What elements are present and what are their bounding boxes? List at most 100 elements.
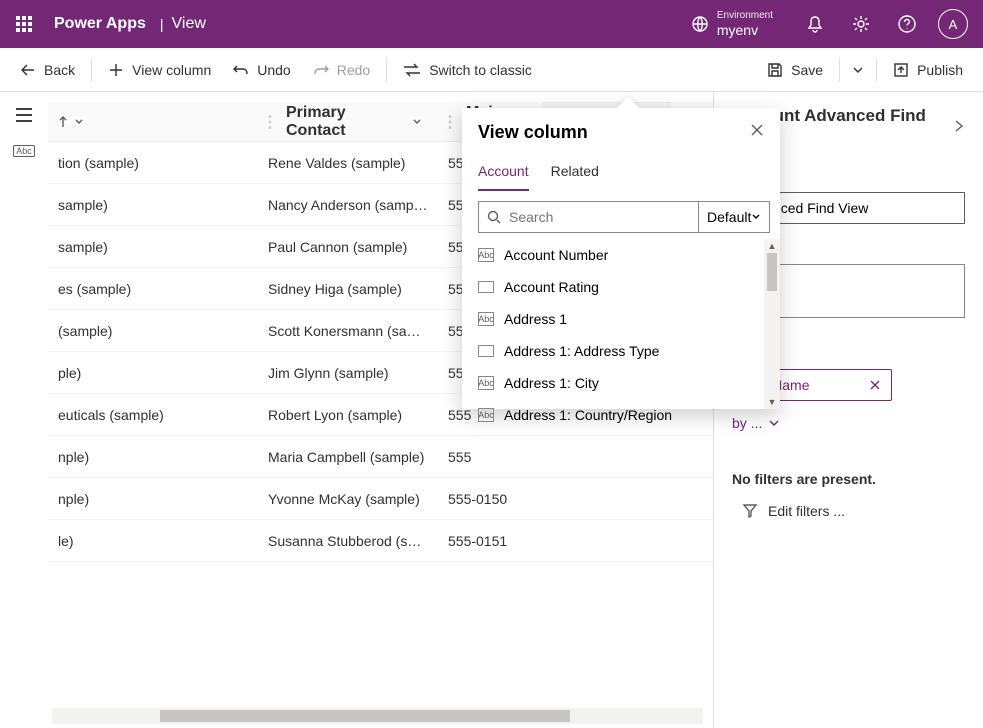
cell-contact: Paul Cannon (sample) [258, 239, 438, 255]
save-button[interactable]: Save [759, 56, 831, 84]
help-button[interactable] [891, 0, 923, 48]
cell-phone: 555-0151 [438, 533, 548, 549]
column-option[interactable]: AbcAddress 1 [478, 303, 760, 335]
search-field[interactable] [478, 201, 699, 233]
chevron-down-icon [852, 64, 864, 76]
drag-handle-icon: ⋮ [262, 112, 278, 132]
plus-icon [108, 62, 124, 78]
column-option-label: Account Number [504, 247, 608, 263]
left-rail: Abc [0, 92, 48, 728]
app-header: Power Apps | View Environment myenv A [0, 0, 983, 48]
scrollbar-thumb[interactable] [767, 253, 777, 291]
account-button[interactable]: A [937, 0, 969, 48]
column-option[interactable]: Account Rating [478, 271, 760, 303]
publish-label: Publish [917, 62, 963, 78]
column-option-label: Account Rating [504, 279, 599, 295]
cell-contact: Maria Campbell (sample) [258, 449, 438, 465]
environment-picker[interactable]: Environment myenv [679, 10, 785, 38]
column-option[interactable]: Abc Address 1: Country/Region [478, 399, 760, 431]
popover-title: View column [478, 122, 588, 143]
cell-contact: Yvonne McKay (sample) [258, 491, 438, 507]
close-icon[interactable] [869, 379, 881, 391]
chevron-down-icon [751, 212, 761, 222]
undo-button[interactable]: Undo [225, 56, 298, 84]
undo-label: Undo [257, 62, 290, 78]
tab-related[interactable]: Related [551, 157, 599, 191]
column-option-label: Address 1: Country/Region [504, 407, 672, 423]
edit-filters-label: Edit filters ... [768, 503, 845, 519]
bell-icon [806, 15, 824, 33]
column-option[interactable]: Abc Account Number [478, 239, 760, 271]
cell-phone: 555-0150 [438, 491, 548, 507]
environment-label: Environment [717, 10, 773, 22]
back-button[interactable]: Back [12, 56, 83, 84]
command-bar: Back View column Undo Redo Switch to cla… [0, 48, 983, 92]
gear-icon [852, 15, 870, 33]
view-column-button[interactable]: View column [100, 56, 219, 84]
table-row[interactable]: le)Susanna Stubberod (samp...555-0151 [48, 520, 713, 562]
switch-classic-button[interactable]: Switch to classic [395, 56, 540, 84]
back-label: Back [44, 62, 75, 78]
cell-account: (sample) [48, 323, 258, 339]
scroll-down-button[interactable]: ▼ [764, 395, 780, 409]
redo-icon [313, 62, 329, 78]
undo-icon [233, 62, 249, 78]
popover-close-button[interactable] [750, 123, 764, 142]
column-option[interactable]: Address 1: Address Type [478, 335, 760, 367]
chevron-down-icon [74, 116, 84, 128]
column-header-1[interactable] [48, 116, 258, 128]
tab-account[interactable]: Account [478, 157, 529, 191]
field-icon[interactable]: Abc [13, 145, 35, 157]
cell-account: tion (sample) [48, 155, 258, 171]
cell-account: euticals (sample) [48, 407, 258, 423]
chevron-right-icon[interactable] [952, 119, 965, 133]
sort-asc-icon [58, 116, 68, 128]
switch-icon [403, 63, 421, 77]
filters-heading: No filters are present. [732, 471, 965, 487]
sort-label: Default [707, 209, 751, 225]
edit-filters-button[interactable]: Edit filters ... [742, 503, 965, 519]
app-section: View [172, 15, 206, 33]
app-launcher[interactable] [0, 0, 48, 48]
switch-label: Switch to classic [429, 62, 532, 78]
settings-button[interactable] [845, 0, 877, 48]
scroll-up-button[interactable]: ▲ [764, 239, 780, 253]
redo-button[interactable]: Redo [305, 56, 378, 84]
help-icon [898, 15, 916, 33]
column-option-label: Address 1: Address Type [504, 343, 659, 359]
table-row[interactable]: nple)Maria Campbell (sample)555 [48, 436, 713, 478]
column-option[interactable]: AbcAddress 1: City [478, 367, 760, 399]
notifications-button[interactable] [799, 0, 831, 48]
chevron-down-icon [412, 116, 422, 128]
title-separator: | [152, 16, 172, 32]
cell-account: le) [48, 533, 258, 549]
field-type-icon: Abc [478, 248, 494, 262]
publish-button[interactable]: Publish [885, 56, 971, 84]
avatar: A [938, 9, 968, 39]
cell-contact: Jim Glynn (sample) [258, 365, 438, 381]
scrollbar-thumb[interactable] [160, 710, 570, 722]
cell-contact: Rene Valdes (sample) [258, 155, 438, 171]
field-type-icon: Abc [478, 312, 494, 326]
popover-scrollbar[interactable]: ▲ ▼ [764, 239, 780, 409]
environment-icon [691, 15, 709, 33]
sort-dropdown[interactable]: Default [699, 201, 770, 233]
cell-account: sample) [48, 197, 258, 213]
cell-contact: Nancy Anderson (sample) [258, 197, 438, 213]
cell-account: es (sample) [48, 281, 258, 297]
horizontal-scrollbar[interactable] [52, 708, 703, 724]
search-input[interactable] [509, 209, 690, 225]
field-type-icon: Abc [478, 408, 494, 422]
cell-contact: Robert Lyon (sample) [258, 407, 438, 423]
save-label: Save [791, 62, 823, 78]
table-row[interactable]: nple)Yvonne McKay (sample)555-0150 [48, 478, 713, 520]
column-header-primary-contact[interactable]: ⋮ Primary Contact [252, 104, 432, 140]
sort-by-link[interactable]: by ... [732, 415, 965, 431]
save-dropdown[interactable] [848, 58, 868, 82]
column-label: Primary Contact [286, 104, 406, 140]
view-column-popover: View column Account Related Default AbcA… [462, 108, 780, 409]
cell-contact: Sidney Higa (sample) [258, 281, 438, 297]
hamburger-button[interactable] [15, 108, 33, 127]
cell-account: nple) [48, 449, 258, 465]
field-type-icon: Abc [478, 376, 494, 390]
